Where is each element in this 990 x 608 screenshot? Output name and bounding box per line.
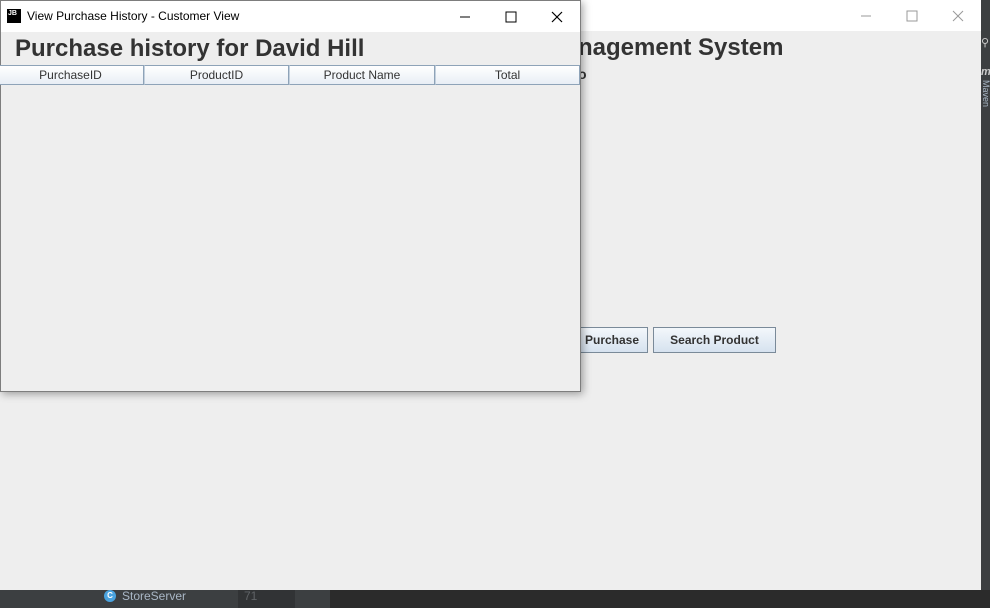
popup-titlebar[interactable]: JB View Purchase History - Customer View: [1, 1, 580, 32]
project-tree-item-label: StoreServer: [122, 589, 187, 603]
minimize-icon: [861, 15, 871, 16]
main-close-button[interactable]: [935, 0, 981, 31]
close-icon: [952, 10, 964, 21]
purchase-table-header: PurchaseID ProductID Product Name Total: [0, 65, 580, 85]
maximize-icon: [505, 11, 517, 22]
main-maximize-button[interactable]: [889, 0, 935, 31]
maximize-icon: [906, 10, 918, 21]
line-number: 71: [244, 589, 258, 603]
main-minimize-button[interactable]: [843, 0, 889, 31]
main-page-title: nagement System: [578, 34, 784, 61]
maven-tool-tab[interactable]: Maven: [981, 80, 990, 107]
purchase-history-window: JB View Purchase History - Customer View…: [0, 0, 581, 392]
window-title: View Purchase History - Customer View: [27, 9, 240, 23]
search-product-button[interactable]: Search Product: [653, 327, 776, 353]
minimize-button[interactable]: [442, 1, 488, 32]
column-header-productid[interactable]: ProductID: [144, 65, 289, 85]
minimize-icon: [460, 16, 470, 17]
maven-icon[interactable]: m: [981, 66, 990, 78]
page-title: Purchase history for David Hill: [15, 35, 365, 62]
close-button[interactable]: [534, 1, 580, 32]
ide-editor-area: [330, 590, 990, 608]
class-icon: C: [104, 590, 116, 602]
close-icon: [551, 11, 563, 22]
ide-right-toolbar: ⚲ m Maven: [981, 0, 990, 590]
column-header-product-name[interactable]: Product Name: [289, 65, 435, 85]
project-tree-item-storeserver[interactable]: C StoreServer: [104, 589, 186, 603]
column-header-purchaseid[interactable]: PurchaseID: [0, 65, 144, 85]
app-icon: JB: [7, 9, 21, 23]
search-icon[interactable]: ⚲: [981, 36, 989, 49]
purchase-table-body[interactable]: [1, 85, 580, 391]
column-header-total[interactable]: Total: [435, 65, 580, 85]
maximize-button[interactable]: [488, 1, 534, 32]
